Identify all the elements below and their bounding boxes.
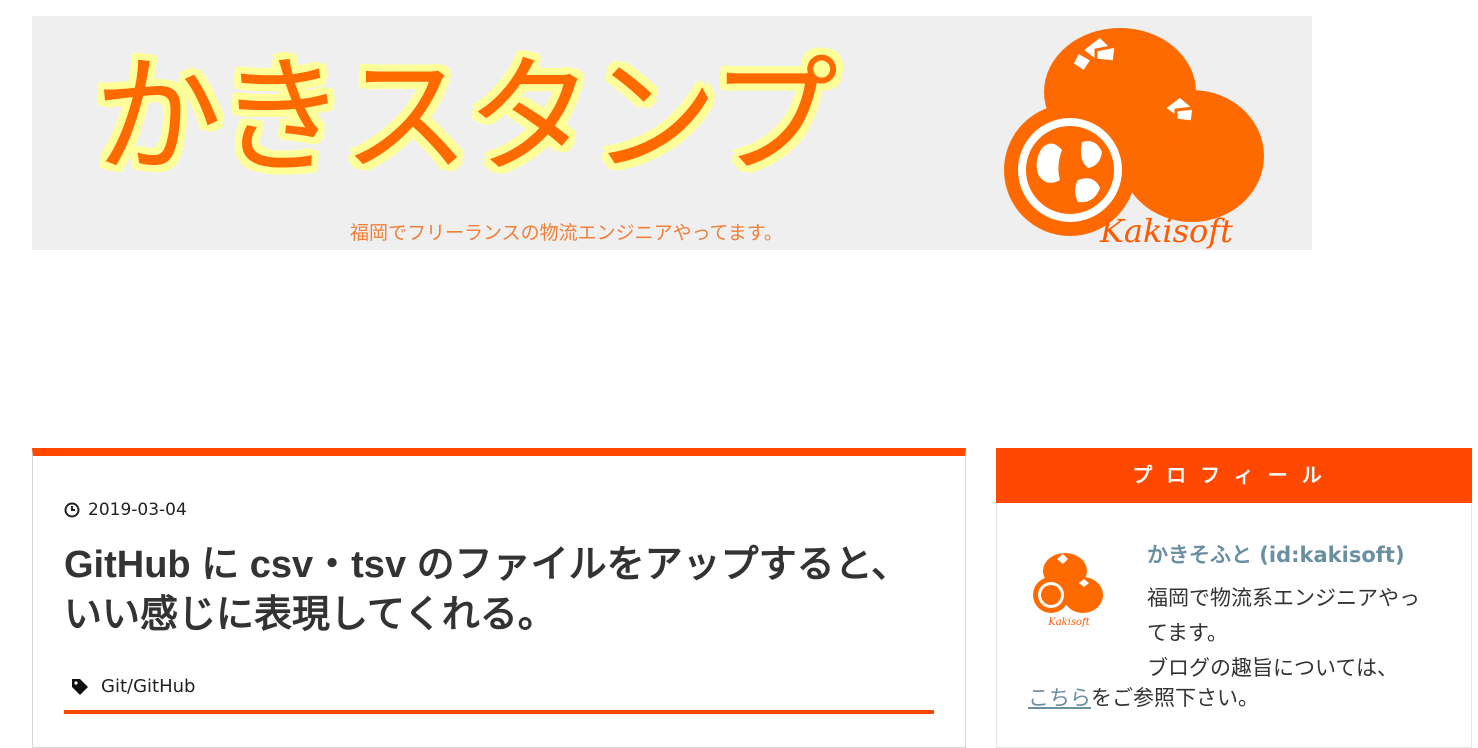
clock-icon (64, 502, 80, 518)
profile-about-suffix: をご参照下さい。 (1091, 686, 1259, 710)
profile-description: 福岡で物流系エンジニアやってます。 ブログの趣旨については、 (1147, 586, 1420, 680)
blog-title: かきスタンプ (94, 43, 838, 192)
profile-about-line: こちらをご参照下さい。 (1028, 681, 1259, 716)
banner-logo-text: Kakisoft (1100, 212, 1233, 250)
article-header-divider (64, 710, 934, 714)
article-card: 2019-03-04 GitHub に csv・tsv のファイルをアップすると… (32, 448, 966, 748)
tag-icon (72, 678, 88, 695)
blog-tagline: 福岡でフリーランスの物流エンジニアやってます。 (350, 222, 783, 244)
article-title[interactable]: GitHub に csv・tsv のファイルをアップすると、いい感じに表現してく… (64, 540, 924, 640)
profile-name-link[interactable]: かきそふと (id:kakisoft) (1147, 539, 1405, 569)
svg-text:Kakisoft: Kakisoft (1047, 617, 1091, 628)
sidebar-profile-module: プロフィール Kakisoft かきそふと (id:kakisoft) 福岡で物… (996, 448, 1472, 748)
profile-avatar-icon[interactable]: Kakisoft (1027, 545, 1105, 629)
category-link-git-github[interactable]: Git/GitHub (101, 676, 195, 697)
blog-header-banner[interactable]: かきスタンプ 福岡でフリーランスの物流エンジニアやってます。 Kakisoft (32, 16, 1312, 250)
article-category: Git/GitHub (71, 676, 195, 697)
profile-about-link[interactable]: こちら (1028, 686, 1091, 710)
article-date[interactable]: 2019-03-04 (64, 500, 187, 520)
article-date-text: 2019-03-04 (88, 500, 187, 520)
profile-module-header: プロフィール (996, 448, 1472, 503)
